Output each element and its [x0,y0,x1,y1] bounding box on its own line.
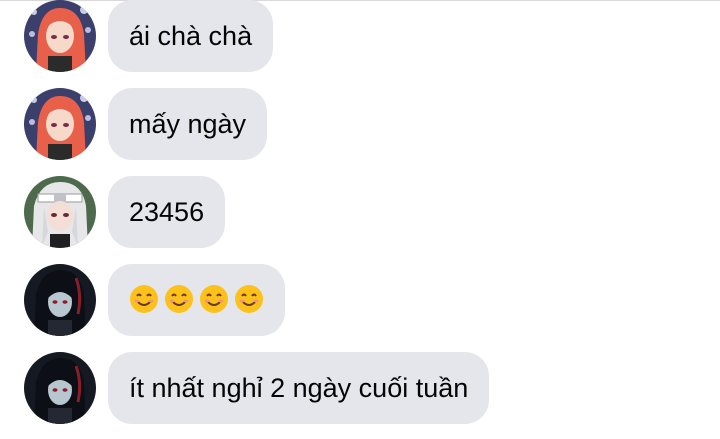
avatar-dark-hair[interactable] [24,264,96,336]
message-bubble-emoji[interactable] [108,264,285,336]
avatar-dark-hair[interactable] [24,352,96,424]
avatar-red-hair[interactable] [24,0,96,72]
message-row: ít nhất nghỉ 2 ngày cuối tuần [0,352,720,424]
message-bubble[interactable]: ít nhất nghỉ 2 ngày cuối tuần [108,352,490,424]
message-bubble[interactable]: mấy ngày [108,88,268,160]
avatar-white-hair[interactable] [24,176,96,248]
message-row: mấy ngày [0,88,720,160]
smiling-face-icon [200,284,228,313]
message-row [0,264,720,336]
smiling-face-icon [165,284,193,313]
smiling-face-icon [235,284,263,313]
smiling-face-icon [130,284,158,313]
message-bubble[interactable]: ái chà chà [108,0,274,72]
avatar-red-hair[interactable] [24,88,96,160]
message-bubble[interactable]: 23456 [108,176,226,248]
message-row: ái chà chà [0,0,720,72]
message-row: 23456 [0,176,720,248]
